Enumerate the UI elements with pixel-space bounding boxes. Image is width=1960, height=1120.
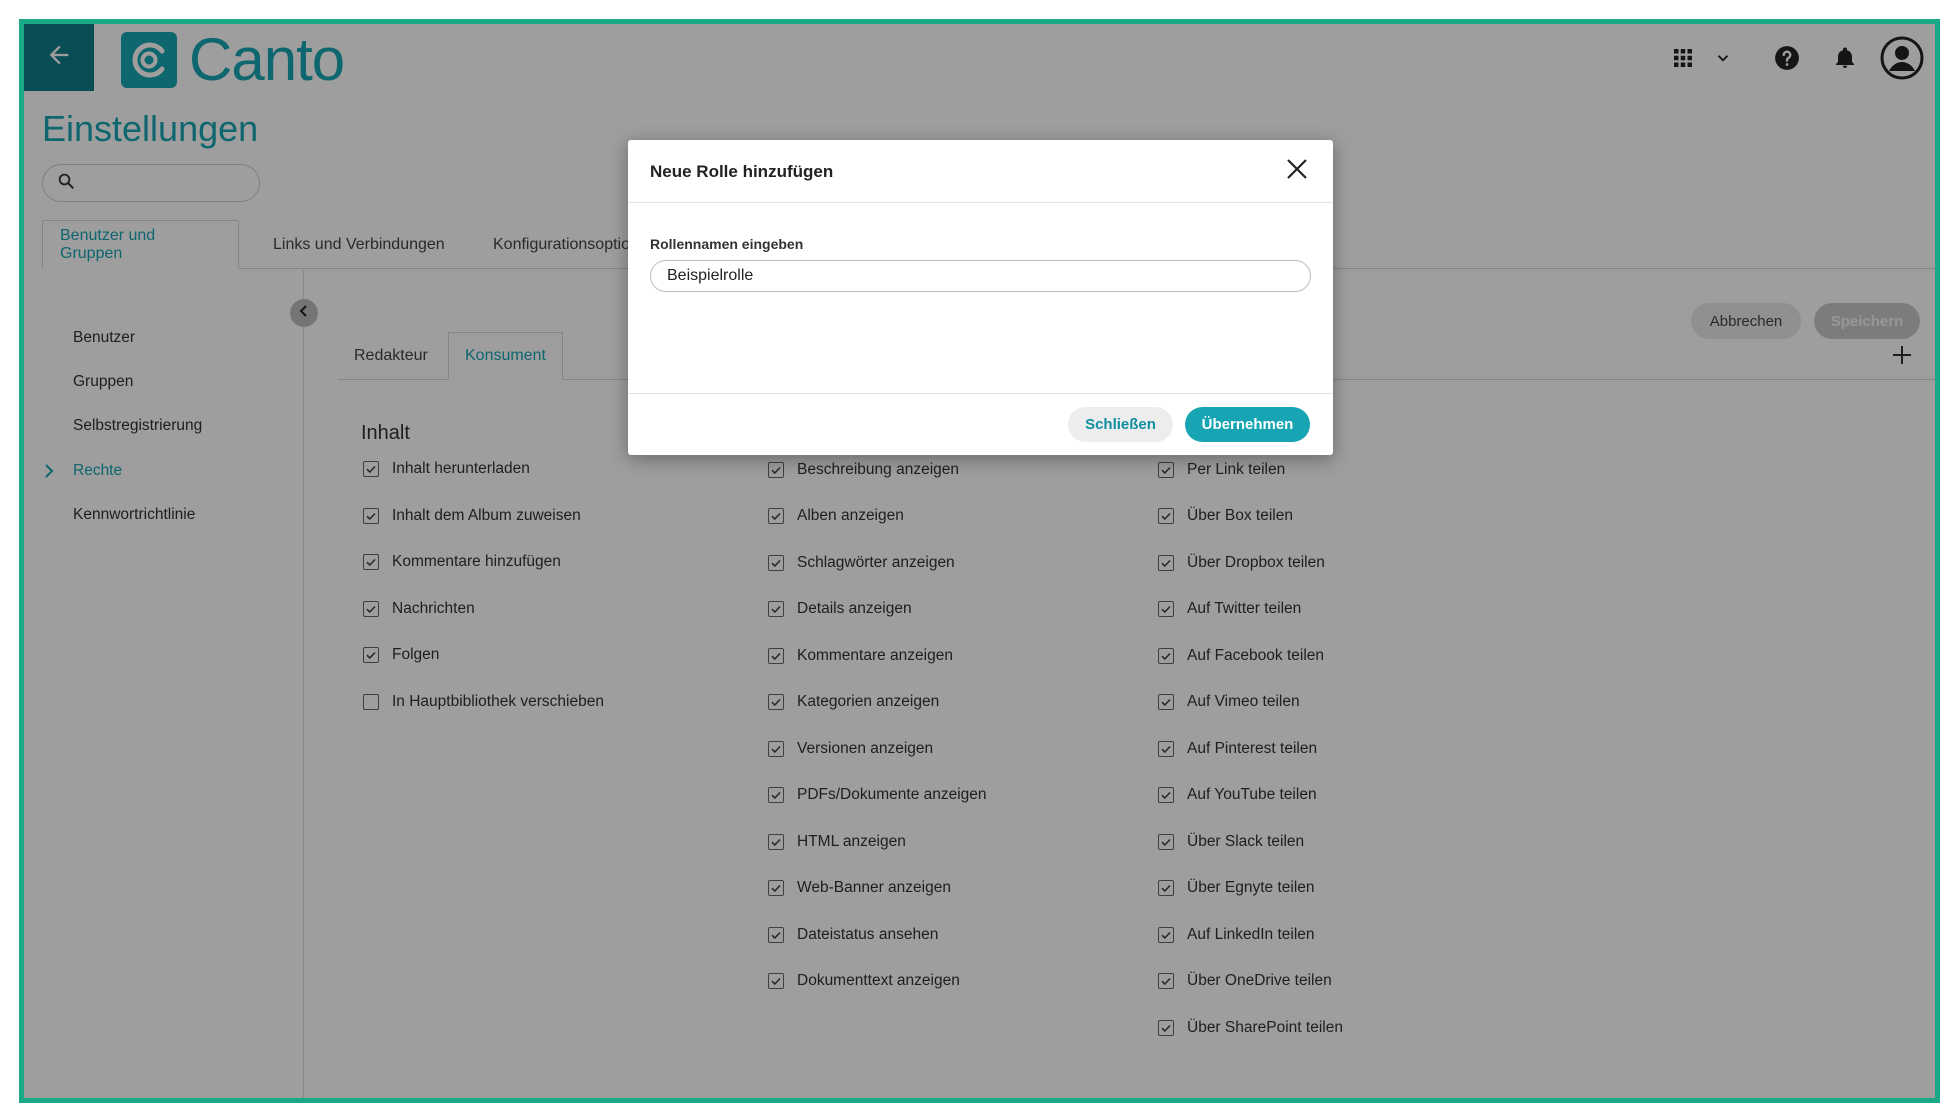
add-role-dialog: Neue Rolle hinzufügen Rollennamen eingeb… [628, 140, 1333, 455]
dialog-title: Neue Rolle hinzufügen [650, 162, 834, 181]
dialog-header: Neue Rolle hinzufügen [628, 140, 1333, 203]
close-icon [1286, 158, 1308, 185]
close-dialog-button[interactable] [1283, 157, 1311, 185]
app-window: Canto Einstellungen Benutzer und Gruppen… [19, 19, 1940, 1103]
role-name-label: Rollennamen eingeben [650, 236, 804, 252]
role-name-input[interactable] [650, 260, 1311, 292]
apply-button[interactable]: Übernehmen [1185, 407, 1310, 442]
close-button[interactable]: Schließen [1068, 407, 1173, 442]
dialog-footer: Schließen Übernehmen [628, 393, 1333, 455]
